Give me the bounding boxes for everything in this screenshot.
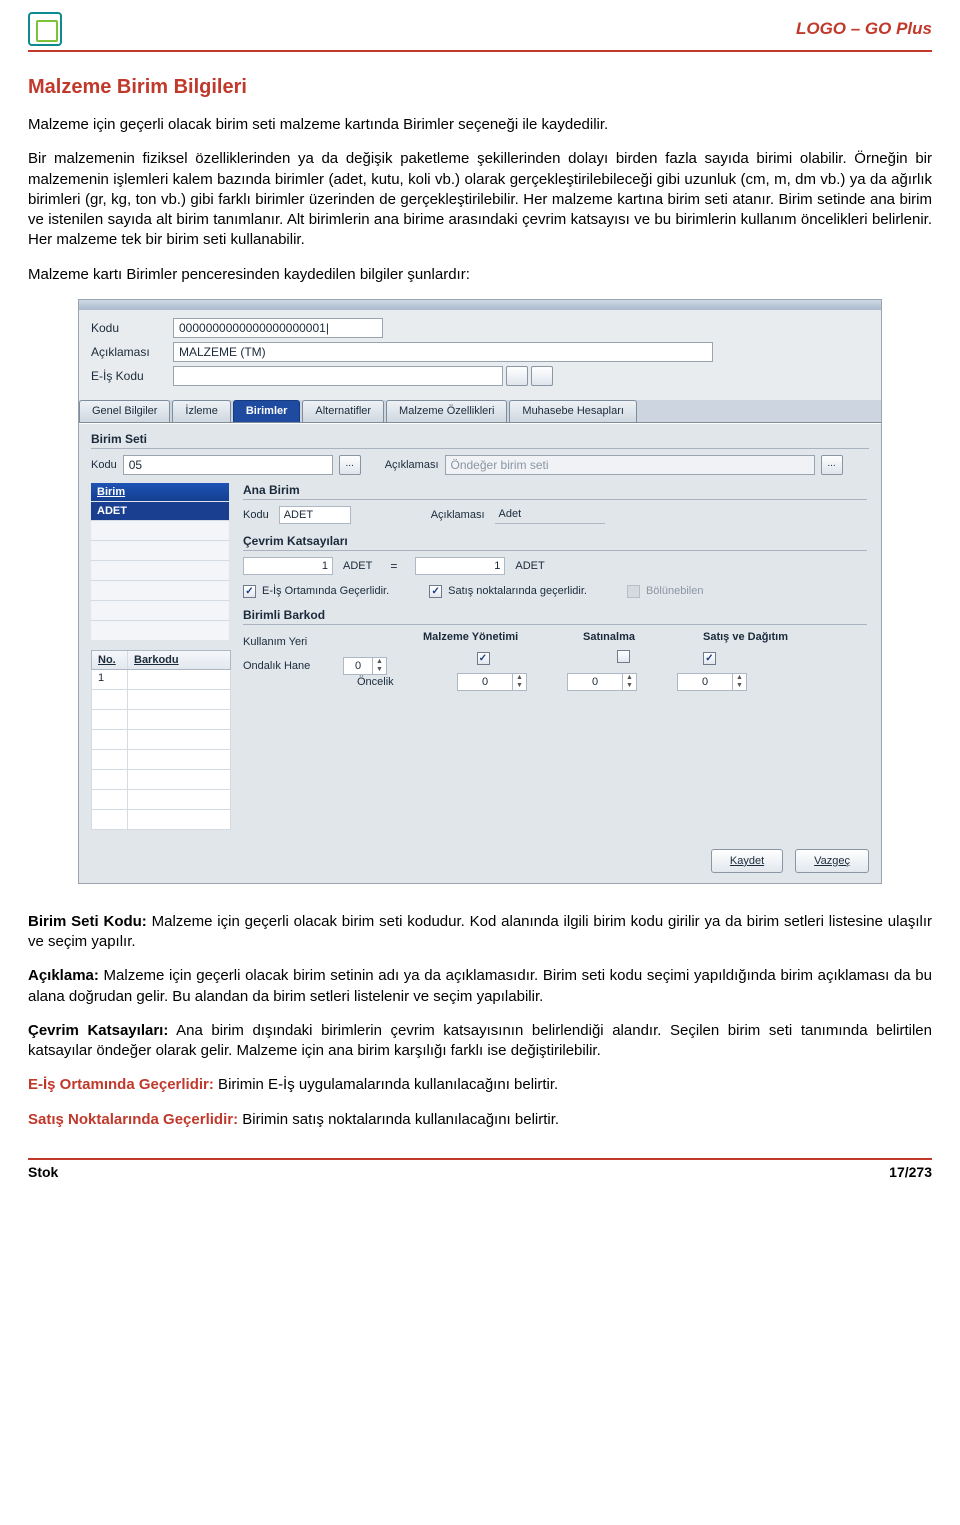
tab-malzeme-ozellikleri[interactable]: Malzeme Özellikleri [386, 400, 507, 422]
footer-page: 17/273 [889, 1164, 932, 1180]
col-malzeme-yonetimi: Malzeme Yönetimi [423, 631, 543, 643]
anabirim-acik-value: Adet [495, 506, 605, 524]
equals-sign: = [382, 559, 405, 573]
barkod-col-no: No. [92, 651, 128, 669]
page-footer: Stok 17/273 [28, 1158, 932, 1180]
kullanim-sa-checkbox[interactable] [617, 650, 630, 663]
eis-action-2-icon[interactable] [531, 366, 553, 386]
tab-panel: Birim Seti Kodu 05 ... Açıklaması Öndeğe… [79, 423, 881, 883]
page-header: LOGO – GO Plus [28, 12, 932, 52]
barkod-col-barkodu: Barkodu [128, 651, 230, 669]
oncelik-my-stepper[interactable]: 0▲▼ [457, 673, 527, 691]
anabirim-acik-label: Açıklaması [431, 509, 485, 521]
oncelik-sa-stepper[interactable]: 0▲▼ [567, 673, 637, 691]
kullanim-my-checkbox[interactable] [477, 652, 490, 665]
kodu-input[interactable]: 0000000000000000000001| [173, 318, 383, 338]
oncelik-label: Öncelik [357, 676, 417, 688]
tab-genel-bilgiler[interactable]: Genel Bilgiler [79, 400, 170, 422]
aciklama-label: Açıklaması [91, 345, 173, 359]
eis-checkbox[interactable] [243, 585, 256, 598]
cevrim-left-unit: ADET [343, 560, 372, 572]
tab-muhasebe-hesaplari[interactable]: Muhasebe Hesapları [509, 400, 637, 422]
tab-birimler[interactable]: Birimler [233, 400, 301, 422]
def-cevrim: Çevrim Katsayıları: Ana birim dışındaki … [28, 1021, 932, 1062]
def-birim-seti-kodu: Birim Seti Kodu: Malzeme için geçerli ol… [28, 912, 932, 953]
barkod-row-empty[interactable] [91, 690, 231, 710]
bset-aciklama-label: Açıklaması [385, 459, 439, 471]
ondalik-hane-stepper[interactable]: 0 ▲▼ [343, 657, 387, 675]
eis-kodu-label: E-İş Kodu [91, 369, 173, 383]
chevron-down-icon[interactable]: ▼ [373, 666, 386, 674]
footer-left: Stok [28, 1164, 58, 1180]
cevrim-right-value[interactable]: 1 [415, 557, 505, 575]
aciklama-input[interactable]: MALZEME (TM) [173, 342, 713, 362]
col-satis-dagitim: Satış ve Dağıtım [703, 631, 788, 643]
bbarkod-title: Birimli Barkod [243, 608, 867, 622]
col-satinalma: Satınalma [583, 631, 663, 643]
cancel-button[interactable]: Vazgeç [795, 849, 869, 873]
section-title: Malzeme Birim Bilgileri [28, 76, 932, 99]
intro-para-2: Bir malzemenin fiziksel özelliklerinden … [28, 149, 932, 250]
kullanim-sd-checkbox[interactable] [703, 652, 716, 665]
save-button[interactable]: Kaydet [711, 849, 783, 873]
chevron-up-icon[interactable]: ▲ [373, 658, 386, 666]
brand-text: LOGO – GO Plus [796, 19, 932, 39]
bolunebilen-checkbox [627, 585, 640, 598]
bolunebilen-label: Bölünebilen [646, 585, 704, 597]
oncelik-sd-stepper[interactable]: 0▲▼ [677, 673, 747, 691]
def-eis: E-İş Ortamında Geçerlidir: Birimin E-İş … [28, 1075, 932, 1095]
def-aciklama: Açıklama: Malzeme için geçerli olacak bi… [28, 966, 932, 1007]
cevrim-group: Çevrim Katsayıları 1 ADET = 1 ADET [243, 534, 867, 575]
ana-birim-title: Ana Birim [243, 483, 867, 497]
bset-kodu-lookup-button[interactable]: ... [339, 455, 361, 475]
barkod-table: No. Barkodu 1 [91, 650, 231, 830]
header-fields: Kodu 0000000000000000000001| Açıklaması … [79, 310, 881, 396]
intro-para-3: Malzeme kartı Birimler penceresinden kay… [28, 265, 932, 285]
bset-aciklama-lookup-button[interactable]: ... [821, 455, 843, 475]
bset-kodu-label: Kodu [91, 459, 117, 471]
birim-list-empty-row [91, 520, 229, 540]
birim-seti-title: Birim Seti [91, 432, 869, 446]
app-window: Kodu 0000000000000000000001| Açıklaması … [78, 299, 882, 884]
ana-birim-group: Ana Birim Kodu ADET Açıklaması Adet [243, 483, 867, 524]
kodu-label: Kodu [91, 321, 173, 335]
ondalik-hane-label: Ondalık Hane [243, 660, 333, 672]
def-satis: Satış Noktalarında Geçerlidir: Birimin s… [28, 1110, 932, 1130]
intro-para-1: Malzeme için geçerli olacak birim seti m… [28, 115, 932, 135]
logo-icon [28, 12, 62, 46]
tab-alternatifler[interactable]: Alternatifler [302, 400, 384, 422]
eis-action-1-icon[interactable] [506, 366, 528, 386]
right-column: Ana Birim Kodu ADET Açıklaması Adet Çevr… [229, 483, 881, 830]
birim-seti-group: Birim Seti Kodu 05 ... Açıklaması Öndeğe… [79, 424, 881, 483]
birim-list-item-adet[interactable]: ADET [91, 502, 229, 520]
kullanim-yeri-label: Kullanım Yeri [243, 636, 333, 648]
satis-check-label: Satış noktalarında geçerlidir. [448, 585, 587, 597]
cevrim-title: Çevrim Katsayıları [243, 534, 867, 548]
tab-izleme[interactable]: İzleme [172, 400, 230, 422]
cevrim-right-unit: ADET [515, 560, 544, 572]
eis-check-label: E-İş Ortamında Geçerlidir. [262, 585, 389, 597]
tab-bar: Genel Bilgiler İzleme Birimler Alternati… [79, 400, 881, 423]
anabirim-kodu-label: Kodu [243, 509, 269, 521]
button-bar: Kaydet Vazgeç [711, 849, 869, 873]
satis-checkbox[interactable] [429, 585, 442, 598]
window-titlebar [79, 300, 881, 310]
barkod-row-1[interactable]: 1 [91, 670, 231, 690]
anabirim-kodu-value[interactable]: ADET [279, 506, 351, 524]
left-column: Birim ADET No. Barkodu 1 [79, 483, 229, 830]
birim-list-header: Birim [91, 483, 229, 501]
bset-aciklama-input[interactable]: Öndeğer birim seti [445, 455, 815, 475]
cevrim-left-value[interactable]: 1 [243, 557, 333, 575]
eis-kodu-input[interactable] [173, 366, 503, 386]
birimli-barkod-group: Birimli Barkod Kullanım Yeri Ondalık Han… [243, 608, 867, 695]
bset-kodu-input[interactable]: 05 [123, 455, 333, 475]
options-row: E-İş Ortamında Geçerlidir. Satış noktala… [243, 585, 867, 598]
